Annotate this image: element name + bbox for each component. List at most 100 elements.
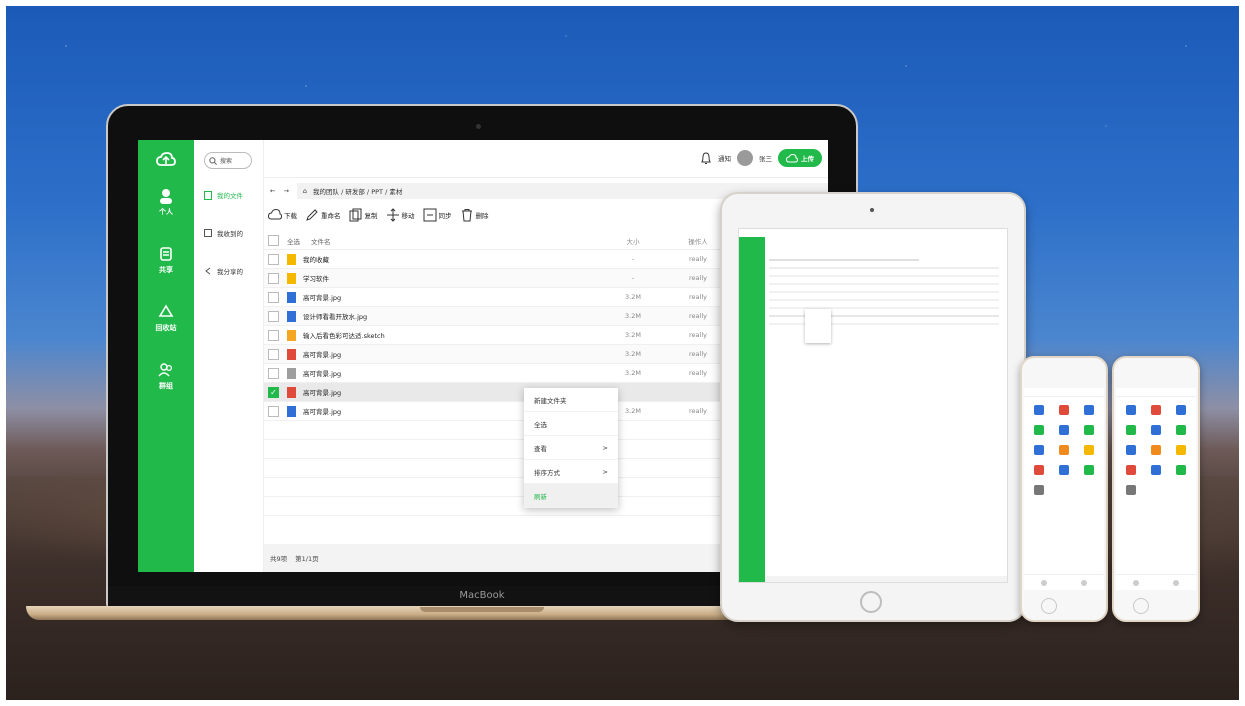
context-menu-item[interactable]: 全选: [524, 412, 618, 436]
app-icon[interactable]: [1150, 445, 1161, 455]
rail-item-group[interactable]: 群组: [138, 362, 194, 391]
tab-dot[interactable]: [1041, 579, 1047, 586]
app-icon[interactable]: [1176, 465, 1187, 475]
rail-item-shared[interactable]: 共享: [138, 246, 194, 275]
row-checkbox[interactable]: [268, 348, 279, 360]
search-icon: [209, 156, 217, 165]
file-name[interactable]: 学习软件: [303, 273, 598, 283]
share-icon: [205, 267, 211, 275]
app-icon[interactable]: [1125, 445, 1136, 455]
side-item-my-files[interactable]: 我的文件: [204, 190, 243, 200]
search-button[interactable]: 搜索: [204, 152, 252, 169]
delete-button[interactable]: 删除: [460, 208, 489, 222]
select-all-checkbox[interactable]: [268, 235, 279, 246]
app-icon[interactable]: [1150, 465, 1161, 475]
tablet-toolbar-line: [769, 259, 919, 261]
copy-button[interactable]: 复制: [349, 208, 378, 222]
row-checkbox[interactable]: [268, 272, 279, 284]
app-icon[interactable]: [1150, 405, 1161, 415]
toolbar-label: 同步: [438, 212, 452, 220]
tab-dot[interactable]: [1081, 579, 1087, 586]
rail-item-personal[interactable]: 个人: [138, 188, 194, 217]
sync-icon: [423, 208, 436, 222]
move-button[interactable]: 移动: [386, 208, 415, 222]
side-item-received[interactable]: 我收到的: [204, 228, 243, 238]
context-menu-item[interactable]: 刷新: [524, 484, 618, 508]
app-icon[interactable]: [1033, 405, 1044, 415]
row-checkbox[interactable]: [268, 310, 279, 322]
row-checkbox[interactable]: [268, 253, 279, 265]
app-icon[interactable]: [1125, 485, 1136, 495]
app-icon[interactable]: [1125, 425, 1136, 435]
context-menu-item[interactable]: 排序方式 >: [524, 460, 618, 484]
context-menu-item[interactable]: 查看 >: [524, 436, 618, 460]
app-icon[interactable]: [1033, 465, 1044, 475]
image-icon: [287, 310, 296, 322]
app-icon[interactable]: [1058, 465, 1069, 475]
file-name[interactable]: 我的收藏: [303, 254, 598, 264]
app-icon[interactable]: [1084, 405, 1095, 415]
rail-item-recycle[interactable]: 回收站: [138, 304, 194, 333]
app-icon[interactable]: [1084, 465, 1095, 475]
app-icon[interactable]: [1176, 405, 1187, 415]
app-icon[interactable]: [1058, 405, 1069, 415]
row-checkbox[interactable]: [268, 329, 279, 341]
bell-icon[interactable]: [700, 151, 712, 165]
select-all-label: 全选: [287, 237, 300, 246]
row-checkbox[interactable]: [268, 405, 279, 417]
phone-header-bar: [1024, 388, 1104, 397]
forward-button[interactable]: →: [283, 187, 288, 195]
user-name[interactable]: 张三: [759, 153, 772, 163]
context-menu-label: 新建文件夹: [534, 396, 567, 405]
file-name[interactable]: 设计师看看开放水.jpg: [303, 311, 598, 321]
download-button[interactable]: 下载: [268, 208, 297, 222]
app-icon[interactable]: [1033, 485, 1044, 495]
app-icon[interactable]: [1176, 445, 1187, 455]
app-icon[interactable]: [1125, 405, 1136, 415]
share-box-icon: [160, 247, 172, 261]
row-checkbox[interactable]: [268, 291, 279, 303]
tablet-screen: [738, 228, 1008, 583]
file-owner: really: [689, 274, 707, 282]
rename-button[interactable]: 重命名: [305, 208, 341, 222]
avatar[interactable]: [737, 150, 753, 166]
app-icon[interactable]: [1058, 445, 1069, 455]
file-size: 3.2M: [625, 350, 641, 358]
app-icon[interactable]: [1125, 465, 1136, 475]
upload-button[interactable]: 上传: [778, 149, 822, 167]
tablet-app-rail: [739, 237, 765, 582]
app-icon[interactable]: [1084, 425, 1095, 435]
phone-home-button-1[interactable]: [1041, 598, 1057, 614]
breadcrumb-path[interactable]: 我的团队 / 研发部 / PPT / 素材: [313, 186, 402, 196]
app-icon[interactable]: [1176, 425, 1187, 435]
file-name[interactable]: 高可背景.jpg: [303, 292, 598, 302]
file-name[interactable]: 输入后看色彩可达适.sketch: [303, 330, 598, 340]
tab-dot[interactable]: [1173, 579, 1179, 586]
file-icon: [204, 190, 212, 200]
name-header[interactable]: 文件名: [311, 236, 598, 246]
sync-button[interactable]: 同步: [423, 208, 452, 222]
row-checkbox[interactable]: [268, 367, 279, 379]
app-icon[interactable]: [1033, 445, 1044, 455]
side-item-shared-out[interactable]: 我分享的: [204, 266, 243, 276]
phone-tab-bar: [1116, 574, 1196, 590]
context-menu-item[interactable]: 新建文件夹: [524, 388, 618, 412]
tab-dot[interactable]: [1133, 579, 1139, 586]
app-icon[interactable]: [1033, 425, 1044, 435]
app-icon[interactable]: [1084, 445, 1095, 455]
back-button[interactable]: ←: [270, 187, 275, 195]
row-checkbox[interactable]: ✓: [268, 386, 279, 398]
phone-home-button-2[interactable]: [1133, 598, 1149, 614]
notify-label[interactable]: 通知: [718, 153, 731, 163]
tablet-home-button[interactable]: [860, 591, 882, 613]
app-icon[interactable]: [1150, 425, 1161, 435]
app-icon[interactable]: [1058, 425, 1069, 435]
file-name[interactable]: 高可背景.jpg: [303, 349, 598, 359]
home-icon[interactable]: ⌂: [303, 187, 307, 195]
toolbar-label: 移动: [401, 212, 415, 220]
size-header[interactable]: 大小: [598, 236, 668, 246]
context-menu-label: 排序方式: [534, 468, 560, 477]
owner-header[interactable]: 操作人: [668, 236, 728, 246]
file-owner: really: [689, 407, 707, 415]
file-name[interactable]: 高可背景.jpg: [303, 368, 598, 378]
